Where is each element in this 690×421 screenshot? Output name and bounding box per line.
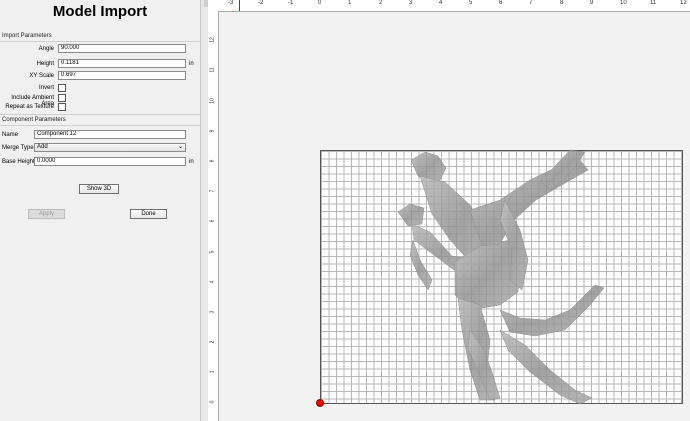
page-title: Model Import <box>52 3 148 20</box>
ruler-tick-label: 10 <box>209 98 216 104</box>
ruler-tick-label: 3 <box>209 310 216 314</box>
ruler-tick-label: 11 <box>650 0 657 6</box>
base-height-unit: in <box>189 159 194 165</box>
ruler-tick-label: 9 <box>209 129 216 133</box>
ruler-tick-label: 7 <box>529 0 533 6</box>
ruler-tick-label: -1 <box>288 0 294 6</box>
height-field[interactable]: 0.1181 <box>58 59 186 68</box>
ruler-tick-label: 11 <box>209 67 216 73</box>
ruler-tick-label: 2 <box>379 0 383 6</box>
xy-scale-field[interactable]: 0.697 <box>58 71 186 80</box>
merge-type-label: Merge Type <box>2 145 34 151</box>
ruler-tick-label: 6 <box>499 0 503 6</box>
name-label: Name <box>2 132 19 138</box>
ruler-tick-label: 2 <box>209 340 216 344</box>
import-parameters-heading: Import Parameters <box>2 33 52 39</box>
ruler-tick-label: 8 <box>209 159 216 163</box>
invert-checkbox[interactable] <box>58 84 66 92</box>
show-3d-button[interactable]: Show 3D <box>79 184 119 194</box>
material-grid[interactable] <box>320 150 683 404</box>
ruler-tick-label: 7 <box>209 189 216 193</box>
done-button[interactable]: Done <box>130 209 167 219</box>
section-divider <box>0 114 200 115</box>
ruler-tick-label: 3 <box>409 0 413 6</box>
ruler-tick-label: 10 <box>620 0 627 6</box>
ruler-tick-label: 6 <box>209 219 216 223</box>
ruler-tick-label: 0 <box>318 0 322 6</box>
section-divider <box>0 125 200 126</box>
ruler-tick-label: 9 <box>590 0 594 6</box>
angle-field[interactable]: 90.000 <box>58 44 186 53</box>
height-label: Height <box>36 61 54 67</box>
chevron-down-icon: ⌄ <box>177 144 183 150</box>
component-name-field[interactable]: Component 12 <box>34 130 186 139</box>
ruler-tick-label: 8 <box>560 0 564 6</box>
ruler-tick-label: 1 <box>348 0 352 6</box>
ruler-tick-label: 1 <box>209 370 216 374</box>
include-ambient-checkbox[interactable] <box>58 94 66 102</box>
base-height-label: Base Height <box>2 159 35 165</box>
ruler-tick-label: -2 <box>258 0 264 6</box>
ruler-tick-label: 12 <box>680 0 687 6</box>
component-parameters-heading: Component Parameters <box>2 117 66 123</box>
ruler-tick-label: 4 <box>439 0 443 6</box>
ruler-cursor-marker <box>239 0 240 11</box>
merge-type-value: Add <box>37 144 48 150</box>
ruler-tick-label: 0 <box>209 400 216 404</box>
ruler-tick-label: 5 <box>209 250 216 254</box>
repeat-texture-checkbox[interactable] <box>58 103 66 111</box>
angle-label: Angle <box>38 46 54 52</box>
invert-label: Invert <box>38 85 54 91</box>
base-height-field[interactable]: 0.0000 <box>34 157 186 166</box>
apply-button[interactable]: Apply <box>28 209 65 219</box>
ruler-tick-label: 4 <box>209 280 216 284</box>
ruler-tick-label: 5 <box>469 0 473 6</box>
origin-dot-icon <box>316 399 324 407</box>
ruler-tick-label: 12 <box>209 37 216 43</box>
merge-type-dropdown[interactable]: Add ⌄ <box>34 143 186 152</box>
xy-scale-label: XY Scale <box>29 73 54 79</box>
model-import-panel: Model Import Import Parameters Angle 90.… <box>0 0 200 421</box>
height-unit: in <box>189 61 194 67</box>
repeat-texture-label: Repeat as Texture <box>5 104 54 110</box>
section-divider <box>0 41 200 42</box>
ruler-tick-label: -3 <box>228 0 234 6</box>
